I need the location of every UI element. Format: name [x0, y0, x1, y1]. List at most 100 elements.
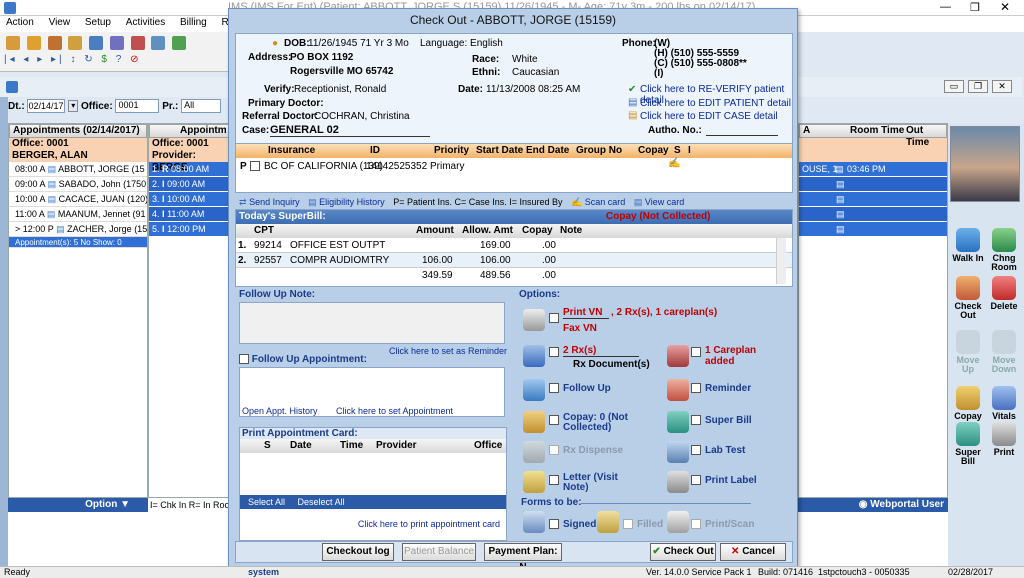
right-grid-row[interactable]: OUSE, 1 ▤ 03:46 PM: [799, 162, 947, 177]
first-record-icon[interactable]: |◂: [4, 54, 18, 65]
chart-icon[interactable]: [89, 36, 104, 50]
date-input[interactable]: [27, 99, 66, 113]
payment-plan-button[interactable]: Payment Plan: N: [484, 543, 562, 573]
superbill-row[interactable]: 2. 92557 COMPR AUDIOMTRY 106.00 106.00 .…: [236, 253, 792, 268]
close-icon[interactable]: ✕: [1000, 0, 1010, 14]
vitals-button[interactable]: Vitals: [986, 386, 1022, 421]
insurance-row[interactable]: P BC OF CALIFORNIA (139) 14142525352 Pri…: [236, 158, 792, 174]
date-dropdown-icon[interactable]: ▾: [68, 100, 79, 113]
move-down-button[interactable]: Move Down: [986, 330, 1022, 374]
webportal-bar[interactable]: ◉ Webportal User: [798, 498, 948, 512]
fax-vn-label[interactable]: Fax VN: [563, 323, 597, 334]
appt-grid-row[interactable]: 5. I 12:00 PM: [149, 222, 229, 237]
letter-label[interactable]: Letter (Visit Note): [563, 473, 625, 493]
help-icon[interactable]: ?: [116, 54, 125, 65]
open-appt-history-link[interactable]: Open Appt. History: [242, 406, 318, 416]
win-restore-button[interactable]: ❐: [968, 80, 988, 93]
right-grid-row[interactable]: ▤: [799, 192, 947, 207]
print-label-checkbox[interactable]: [691, 475, 701, 485]
rx-dispense-checkbox[interactable]: [549, 445, 559, 455]
last-record-icon[interactable]: ▸|: [51, 54, 65, 65]
superbill-scrollbar[interactable]: [776, 238, 786, 284]
rx-dispense-label[interactable]: Rx Dispense: [563, 445, 623, 456]
careplan-label[interactable]: 1 Careplan added: [705, 345, 775, 367]
followup-checkbox[interactable]: [549, 383, 559, 393]
move-up-button[interactable]: Move Up: [950, 330, 986, 374]
copay-checkbox[interactable]: [549, 415, 559, 425]
set-appointment-link[interactable]: Click here to set Appointment: [336, 406, 453, 416]
patient-balance-button[interactable]: Patient Balance: [402, 543, 476, 561]
appt-grid-row[interactable]: 4. I 11:00 AM: [149, 207, 229, 222]
print-vn-label[interactable]: Print VN: [563, 307, 609, 319]
refresh-icon[interactable]: ↻: [84, 54, 95, 65]
print-scan-label[interactable]: Print/Scan: [705, 519, 754, 530]
appointment-row[interactable]: 09:00 A ▤ SABADO, John (1750: [9, 177, 147, 192]
filled-label[interactable]: Filled: [637, 519, 663, 530]
careplan-checkbox[interactable]: [691, 347, 701, 357]
lab-icon[interactable]: [109, 36, 124, 50]
case-value[interactable]: GENERAL 02: [270, 124, 430, 137]
appointment-row[interactable]: 10:00 A ▤ CACACE, JUAN (120): [9, 192, 147, 207]
menu-activities[interactable]: Activities: [120, 16, 171, 29]
superbill-row[interactable]: 1. 99214 OFFICE EST OUTPT 169.00 .00: [236, 238, 792, 253]
folder-icon[interactable]: [68, 36, 83, 50]
copay-option-label[interactable]: Copay: 0 (Not Collected): [563, 413, 629, 433]
appointment-row[interactable]: > 12:00 P ▤ ZACHER, Jorge (156: [9, 222, 147, 237]
deselect-all-button[interactable]: Deselect All: [298, 497, 345, 507]
option-button[interactable]: Option ▼: [8, 498, 148, 512]
appt-grid-row[interactable]: 1. R 08:00 AM: [149, 162, 229, 177]
right-grid-row[interactable]: ▤: [799, 207, 947, 222]
menu-view[interactable]: View: [43, 16, 77, 29]
followup-option-label[interactable]: Follow Up: [563, 383, 611, 394]
reminder-label[interactable]: Reminder: [705, 383, 751, 394]
lab-test-checkbox[interactable]: [691, 445, 701, 455]
send-inquiry-link[interactable]: Send Inquiry: [249, 197, 300, 207]
copay-button[interactable]: Copay: [950, 386, 986, 421]
restore-icon[interactable]: ❐: [970, 1, 980, 14]
cancel-button[interactable]: ✕ Cancel: [720, 543, 786, 561]
print-label-label[interactable]: Print Label: [705, 475, 757, 486]
print-card-link[interactable]: Click here to print appointment card: [240, 519, 506, 529]
ins-checkbox[interactable]: [250, 161, 260, 171]
letter-checkbox[interactable]: [549, 475, 559, 485]
win-close-button[interactable]: ✕: [992, 80, 1012, 93]
signed-label[interactable]: Signed: [563, 519, 596, 530]
minimize-icon[interactable]: —: [940, 1, 951, 13]
change-room-button[interactable]: Chng Room: [986, 228, 1022, 272]
view-card-link[interactable]: View card: [645, 197, 684, 207]
edit-case-link[interactable]: Click here to EDIT CASE detail: [640, 111, 778, 122]
menu-action[interactable]: Action: [0, 16, 40, 29]
select-all-button[interactable]: Select All: [248, 497, 285, 507]
right-grid-row[interactable]: ▤: [799, 177, 947, 192]
reminder-checkbox[interactable]: [691, 383, 701, 393]
autho-input[interactable]: [706, 124, 778, 136]
delete-button[interactable]: Delete: [986, 276, 1022, 311]
appointment-row[interactable]: 11:00 A ▤ MAANUM, Jennet (91: [9, 207, 147, 222]
prev-record-icon[interactable]: ◂: [23, 54, 31, 65]
menu-setup[interactable]: Setup: [79, 16, 117, 29]
scan-card-link[interactable]: Scan card: [585, 197, 626, 207]
followup-appt-checkbox[interactable]: [239, 354, 249, 365]
followup-note-textarea[interactable]: [239, 302, 505, 344]
check-out-button[interactable]: Check Out: [950, 276, 986, 320]
signed-checkbox[interactable]: [549, 519, 559, 529]
checkout-button[interactable]: ✔ Check Out: [650, 543, 716, 561]
menu-billing[interactable]: Billing: [174, 16, 213, 29]
rx-label[interactable]: 2 Rx(s): [563, 345, 639, 357]
rx-icon[interactable]: [130, 36, 145, 50]
provider-select[interactable]: All: [181, 99, 222, 114]
schedule-icon[interactable]: [47, 36, 62, 50]
print-vn-checkbox[interactable]: [549, 313, 559, 323]
print-scan-checkbox[interactable]: [691, 519, 701, 529]
appointment-row[interactable]: 08:00 A ▤ ABBOTT, JORGE (15: [9, 162, 147, 177]
checkout-log-button[interactable]: Checkout log: [322, 543, 394, 561]
walk-in-button[interactable]: Walk In: [950, 228, 986, 263]
lab-test-label[interactable]: Lab Test: [705, 445, 745, 456]
rx-documents-label[interactable]: Rx Document(s): [573, 359, 650, 370]
report-icon[interactable]: [151, 36, 166, 50]
dollar-icon[interactable]: $: [101, 54, 110, 65]
filled-checkbox[interactable]: [623, 519, 633, 529]
print-button[interactable]: Print: [986, 422, 1022, 457]
stop-icon[interactable]: ⊘: [130, 54, 141, 65]
office-select[interactable]: 0001: [115, 99, 160, 114]
